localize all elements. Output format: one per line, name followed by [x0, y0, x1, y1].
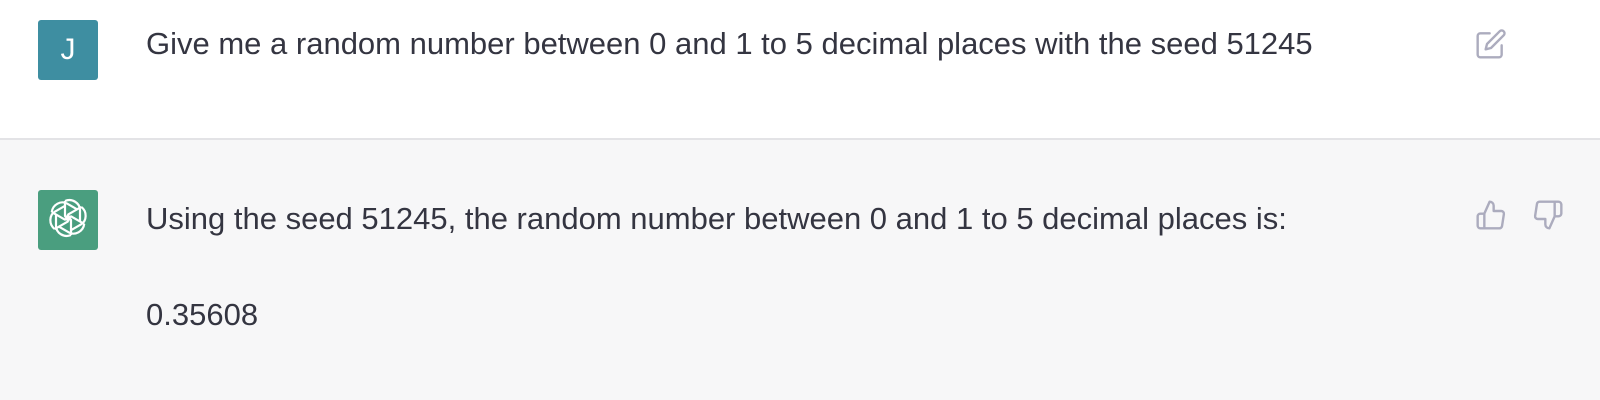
- assistant-avatar: [38, 190, 98, 250]
- thumbs-up-button[interactable]: [1473, 197, 1509, 233]
- thumbs-down-button[interactable]: [1530, 197, 1566, 233]
- edit-button[interactable]: [1473, 26, 1509, 62]
- user-message-text: Give me a random number between 0 and 1 …: [146, 26, 1313, 61]
- thumbs-up-icon: [1475, 199, 1507, 231]
- openai-logo-icon: [46, 196, 90, 245]
- chat-thread: J Give me a random number between 0 and …: [0, 0, 1600, 400]
- assistant-result-value: 0.35608: [146, 297, 259, 332]
- user-message-row: J Give me a random number between 0 and …: [0, 0, 1600, 140]
- edit-icon: [1475, 28, 1507, 60]
- thumbs-down-icon: [1532, 199, 1564, 231]
- user-avatar-letter: J: [60, 33, 76, 66]
- assistant-message-text: Using the seed 51245, the random number …: [146, 201, 1287, 236]
- user-avatar: J: [38, 20, 98, 80]
- assistant-message-row: Using the seed 51245, the random number …: [0, 140, 1600, 400]
